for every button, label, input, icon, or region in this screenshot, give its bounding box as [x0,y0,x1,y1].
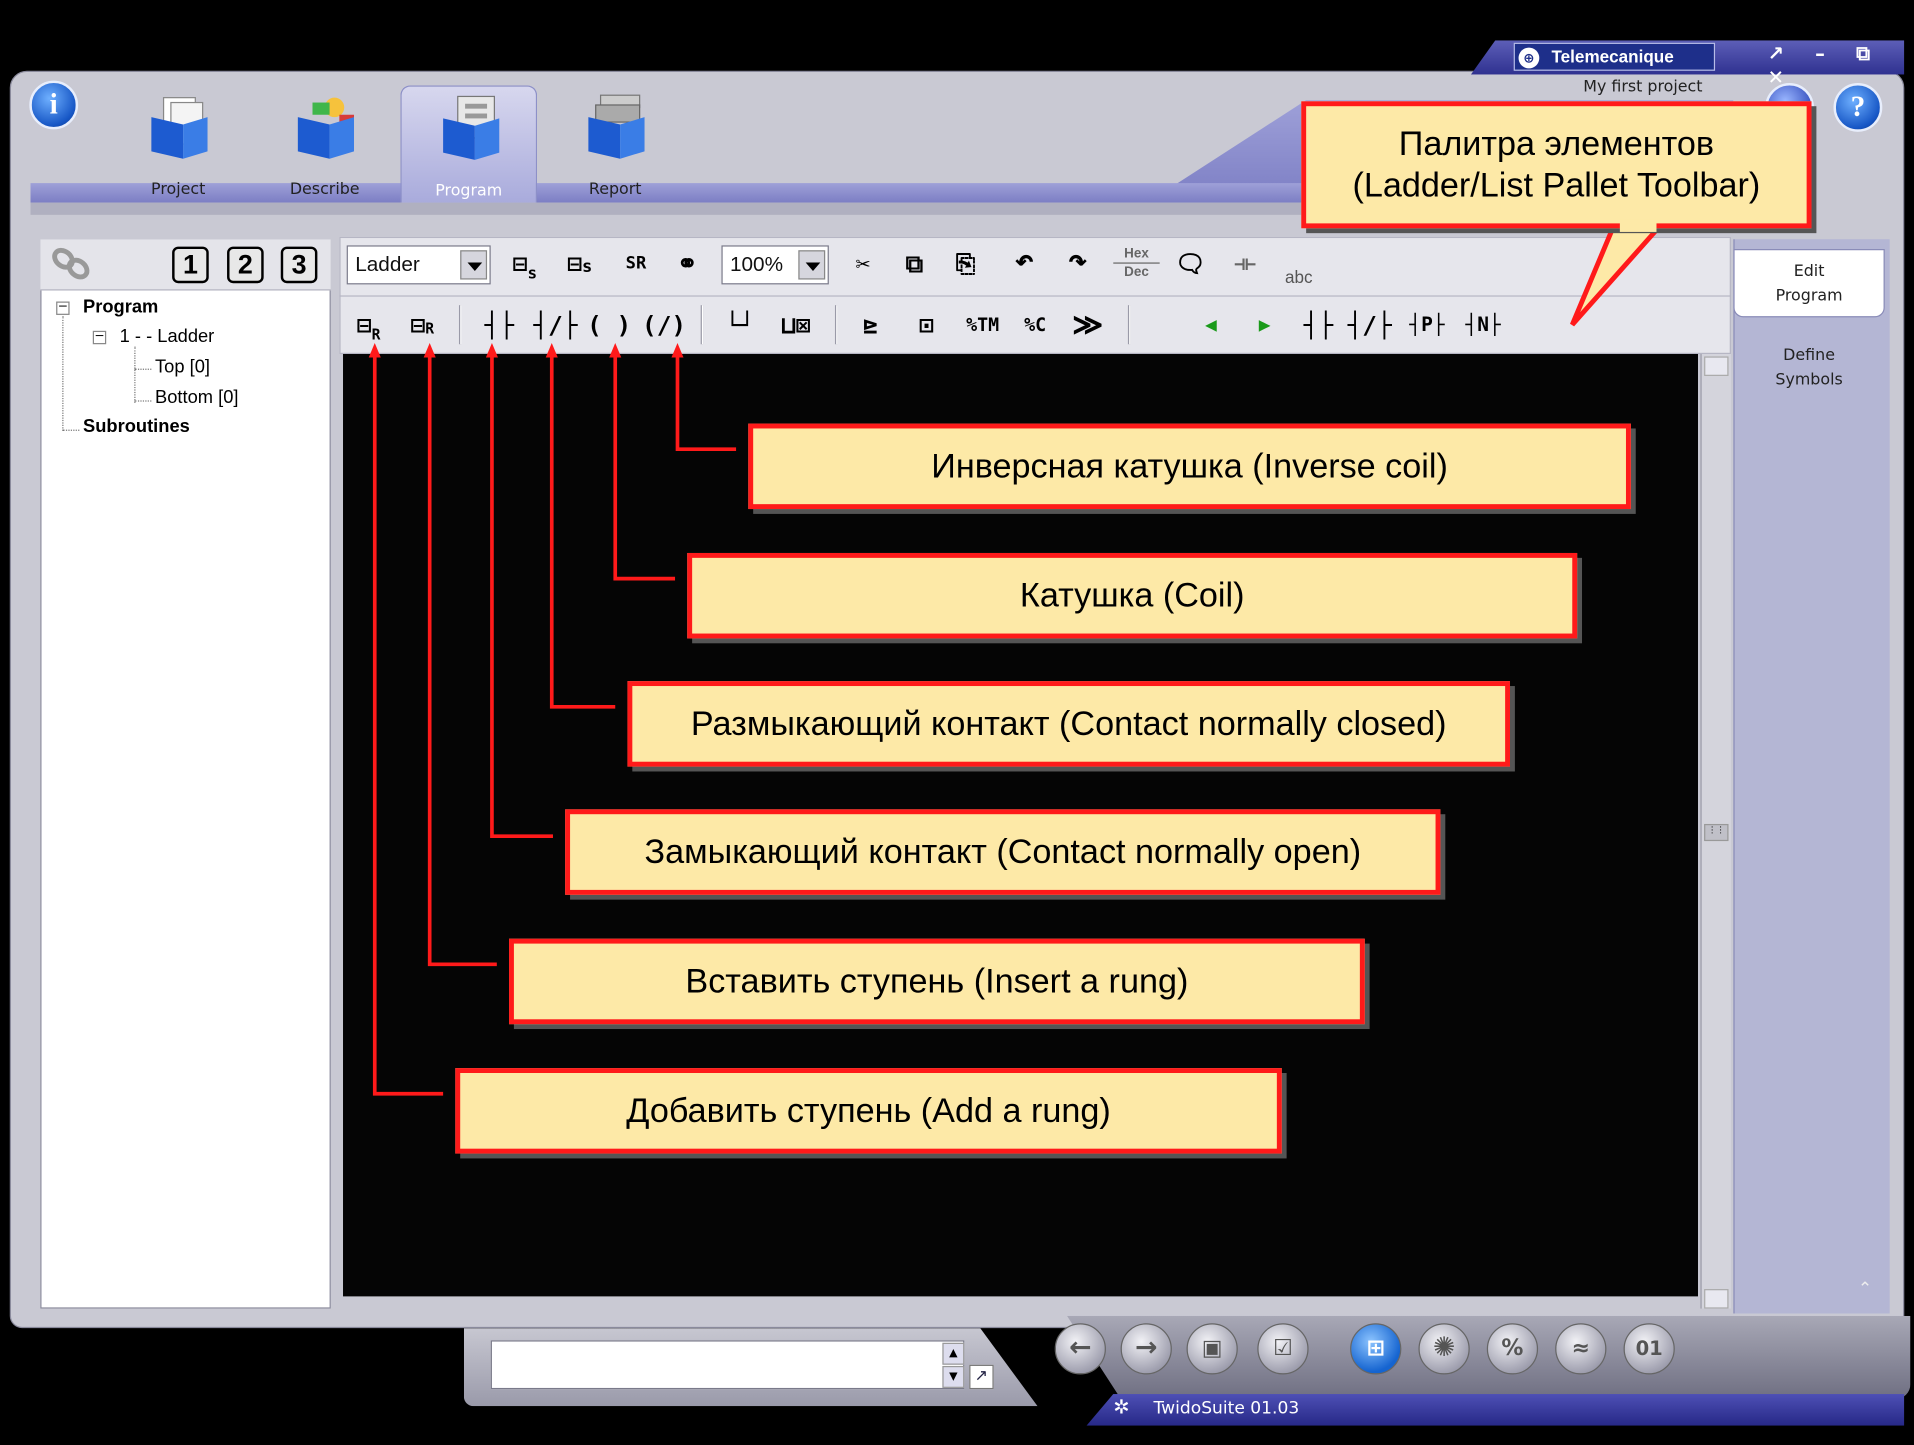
arrow-insert-rung [423,343,497,967]
pallet-callout-pointer [1570,223,1666,327]
arrow-inverse-coil [671,343,737,452]
arrow-nc-contact [545,343,616,709]
arrow-no-contact [485,343,553,839]
callout-pointer-joint [1619,219,1657,232]
callout-insert-rung: Вставить ступень (Insert a rung) [509,938,1365,1025]
callout-pallet-toolbar: Палитра элементов (Ladder/List Pallet To… [1301,101,1812,229]
callout-add-rung: Добавить ступень (Add a rung) [455,1068,1282,1154]
callout-pallet-line1: Палитра элементов [1398,124,1715,163]
callout-no-contact: Замыкающий контакт (Contact normally ope… [565,809,1441,895]
arrow-coil [609,343,676,581]
callout-pallet-line2: (Ladder/List Pallet Toolbar) [1352,166,1761,204]
callout-nc-contact: Размыкающий контакт (Contact normally cl… [627,681,1511,767]
callout-coil: Катушка (Coil) [687,552,1578,639]
arrow-add-rung [368,343,444,1096]
callout-inverse-coil: Инверсная катушка (Inverse coil) [748,423,1631,510]
app-frame: Telemecanique ⊕ ↗ – ⧉ ✕ My first project… [0,0,1914,1445]
